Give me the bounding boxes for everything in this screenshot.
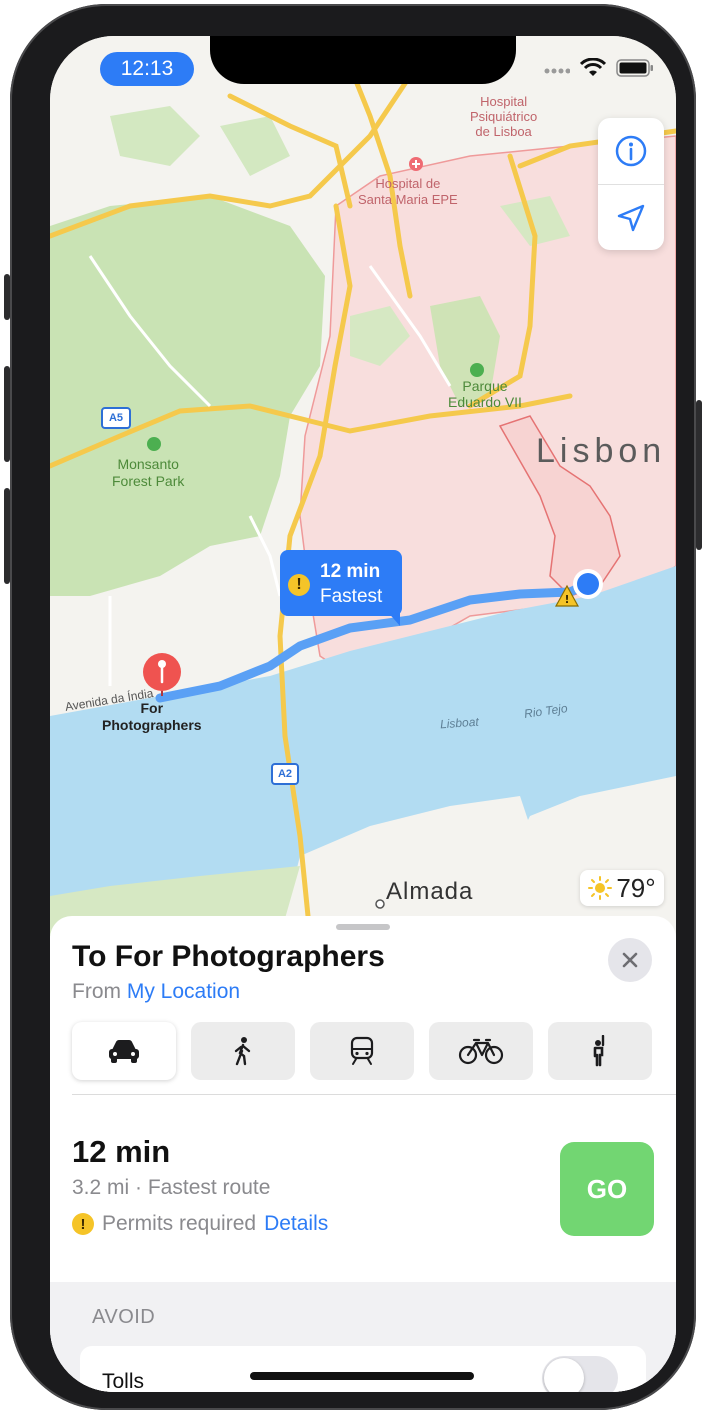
close-button[interactable] <box>608 938 652 982</box>
permit-row: ! Permits required Details <box>72 1212 328 1236</box>
directions-sheet: To For Photographers From My Location 12… <box>50 916 676 1392</box>
label-line: Santa Maria EPE <box>358 192 458 207</box>
sun-icon <box>588 876 613 900</box>
current-location-dot[interactable] <box>573 569 603 599</box>
avoid-options: Tolls <box>80 1346 646 1392</box>
mode-transit-button[interactable] <box>310 1022 414 1080</box>
mode-rideshare-button[interactable] <box>548 1022 652 1080</box>
car-icon <box>109 1040 139 1063</box>
route-time: 12 min <box>72 1134 171 1169</box>
almada-dot <box>375 899 385 909</box>
sheet-grabber[interactable] <box>336 924 390 930</box>
train-icon <box>350 1036 374 1065</box>
tolls-toggle[interactable] <box>542 1356 618 1392</box>
info-icon <box>615 135 647 167</box>
permit-details-link[interactable]: Details <box>264 1212 328 1236</box>
walk-icon <box>234 1037 251 1066</box>
label-line: Parque <box>462 378 508 394</box>
hospital-psiquiatrico-label: Hospital Psiquiátrico de Lisboa <box>470 94 537 139</box>
hospital-santa-maria-label: Hospital de Santa Maria EPE <box>358 176 458 208</box>
hail-icon <box>593 1035 605 1067</box>
bicycle-icon <box>458 1038 504 1065</box>
cellular-signal-icon <box>544 68 570 74</box>
destination-title: To For Photographers <box>72 940 385 973</box>
label-line: Forest Park <box>112 473 185 489</box>
battery-icon <box>616 59 653 77</box>
route-callout[interactable]: ! 12 min Fastest <box>280 550 402 626</box>
volume-down-button <box>4 488 10 584</box>
close-icon <box>622 952 638 968</box>
a5-label: A5 <box>108 412 124 424</box>
label-line: Hospital <box>480 94 528 109</box>
warning-icon: ! <box>72 1213 94 1235</box>
monsanto-label: Monsanto Forest Park <box>112 456 184 490</box>
from-prefix: From <box>72 980 121 1003</box>
weather-badge[interactable]: 79° <box>580 870 664 906</box>
almada-label: Almada <box>386 878 474 905</box>
mode-drive-button[interactable] <box>72 1022 176 1080</box>
status-time[interactable]: 12:13 <box>100 52 194 86</box>
map-controls <box>598 118 664 250</box>
callout-label: Fastest <box>320 586 383 607</box>
location-arrow-icon <box>617 204 645 231</box>
toggle-knob <box>544 1358 584 1392</box>
current-location-button[interactable] <box>598 184 664 250</box>
destination-label: For Photographers <box>102 700 202 734</box>
permit-text: Permits required <box>102 1212 257 1235</box>
label-line: Photographers <box>102 717 202 733</box>
mode-walk-button[interactable] <box>191 1022 295 1080</box>
from-location-link[interactable]: My Location <box>127 980 240 1003</box>
status-icons <box>544 58 654 78</box>
label-line: For <box>140 700 164 716</box>
parque-eduardo-vii-label: Parque Eduardo VII <box>448 378 522 410</box>
a2-label: A2 <box>277 768 293 780</box>
label-line: de Lisboa <box>475 124 532 139</box>
route-summary: 3.2 mi · Fastest route <box>72 1176 271 1199</box>
screen: ! Hospital Psiquiátrico de Lisboa Hospit… <box>50 36 676 1392</box>
park-icon[interactable] <box>147 437 161 451</box>
phone-frame: ! Hospital Psiquiátrico de Lisboa Hospit… <box>4 4 702 1410</box>
label-line: Hospital de <box>375 176 441 191</box>
callout-tail <box>386 610 400 626</box>
svg-text:!: ! <box>564 593 569 606</box>
go-button[interactable]: GO <box>560 1142 654 1236</box>
power-button <box>696 400 702 550</box>
transport-modes <box>72 1022 652 1080</box>
tolls-label: Tolls <box>102 1370 145 1392</box>
lisboat-label: Lisboat <box>439 714 480 732</box>
info-button[interactable] <box>598 118 664 184</box>
volume-up-button <box>4 366 10 462</box>
lisbon-label: Lisbon <box>536 432 667 470</box>
avoid-header: AVOID <box>92 1306 156 1328</box>
label-line: Psiquiátrico <box>470 109 538 124</box>
mute-switch <box>4 274 10 320</box>
temperature: 79° <box>616 872 656 903</box>
wifi-icon <box>580 58 606 76</box>
callout-time: 12 min <box>320 561 381 582</box>
notch <box>210 36 516 84</box>
label-line: Eduardo VII <box>448 394 522 410</box>
divider <box>72 1094 676 1095</box>
label-line: Monsanto <box>117 456 179 472</box>
from-row: From My Location <box>72 980 240 1004</box>
park-icon[interactable] <box>470 363 484 377</box>
mode-cycle-button[interactable] <box>429 1022 533 1080</box>
warning-icon: ! <box>288 574 310 596</box>
home-indicator[interactable] <box>250 1372 474 1380</box>
